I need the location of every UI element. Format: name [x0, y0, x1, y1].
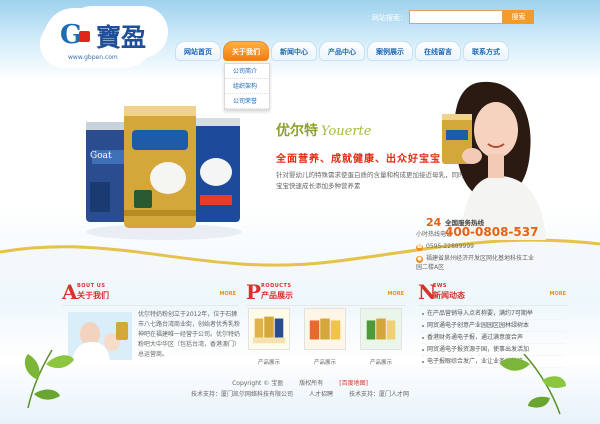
- milk-cans-image: Goat: [86, 106, 242, 240]
- news-en: EWS: [433, 283, 448, 289]
- svg-text:Goat: Goat: [90, 151, 112, 161]
- footer-rights: 版权所有: [299, 380, 324, 387]
- location-icon: ●: [416, 256, 423, 263]
- logo-url: www.gbpen.com: [68, 54, 118, 61]
- footer-line-1: Copyright © 宝盈 版权所有 [百度地图]: [0, 378, 600, 389]
- product-card[interactable]: 产品展示: [360, 308, 402, 366]
- hotline-hours: 24: [426, 216, 442, 229]
- footer-tech-label: 技术支持：: [190, 391, 221, 398]
- search-button[interactable]: 搜索: [503, 10, 534, 24]
- contact-phone-line: ☎ 0595-22889999: [416, 243, 474, 251]
- about-text: 优尔特奶粉创立于2012年，位于石狮市八七路台湾商业街，创始者优秀乳粉神吧在福建…: [138, 311, 241, 358]
- footer-sitemap-link[interactable]: [百度地图]: [339, 380, 368, 387]
- footer-support: 技术支持：厦门人才网: [349, 391, 410, 398]
- products-cn: 产品展示: [261, 291, 293, 300]
- brand-title: 优尔特 Youerte: [276, 120, 371, 140]
- search-label: 网站搜索：: [372, 14, 407, 22]
- banner-slogan: 全面营养、成就健康、出众好宝宝: [276, 154, 441, 165]
- footer-copyright: Copyright © 宝盈: [232, 380, 284, 387]
- footer-line-2: 技术支持：厦门凯尔网络科技有限公司 人才招聘 技术支持：厦门人才网: [0, 389, 600, 400]
- nav-item-home[interactable]: 网站首页: [175, 41, 221, 61]
- about-panel: A BOUT US 关于我们 MORE 优尔特奶粉创立于2012年，位于石狮市八…: [62, 280, 240, 375]
- nav-item-contact[interactable]: 联系方式: [463, 41, 509, 61]
- product-caption: 产品展示: [313, 360, 336, 366]
- logo-chinese: 寶盈: [96, 23, 147, 52]
- products-panel-header: P RODUCTS 产品展示 MORE: [246, 280, 406, 306]
- about-en: BOUT US: [77, 283, 106, 289]
- contact-phone: 0595-22889999: [426, 243, 474, 250]
- leaf-decoration-right: [500, 353, 566, 415]
- about-letter: A: [62, 280, 78, 304]
- products-en: RODUCTS: [261, 283, 292, 289]
- logo-seal-icon: [79, 30, 91, 42]
- products-letter: P: [246, 280, 262, 304]
- contact-address-line: ● 福建省泉州经济开发区网化基地科技工业园二楼A区: [416, 254, 536, 272]
- nav-item-cases[interactable]: 案例展示: [367, 41, 413, 61]
- product-card[interactable]: 产品展示: [248, 308, 290, 366]
- footer: Copyright © 宝盈 版权所有 [百度地图] 技术支持：厦门凯尔网络科技有限…: [0, 378, 600, 400]
- logo-letter: G: [60, 20, 82, 50]
- logo-mark[interactable]: G: [60, 20, 91, 50]
- mother-holding-can-image: [442, 81, 546, 240]
- about-panel-header: A BOUT US 关于我们 MORE: [62, 280, 238, 306]
- footer-admin-link[interactable]: 人才招聘: [309, 391, 333, 398]
- submenu-item-structure[interactable]: 组织架构: [225, 79, 269, 94]
- news-panel-header: N EWS 新闻动态 MORE: [418, 280, 568, 306]
- products-more-link[interactable]: MORE: [388, 291, 405, 297]
- product-image: [304, 308, 346, 350]
- submenu-item-profile[interactable]: 公司简介: [225, 64, 269, 79]
- news-item[interactable]: 网贸通电子创意产业园园区园林绿树本: [422, 320, 564, 332]
- product-caption: 产品展示: [257, 360, 280, 366]
- phone-icon: ☎: [416, 244, 423, 251]
- main-nav: 网站首页 关于我们 新闻中心 产品中心 案例展示 在线留言 联系方式: [175, 41, 511, 63]
- news-more-link[interactable]: MORE: [550, 291, 567, 297]
- product-caption: 产品展示: [369, 360, 392, 366]
- brand-cn: 优尔特: [276, 123, 318, 139]
- brand-en: Youerte: [321, 124, 372, 139]
- hotline-number: 400-0808-537: [445, 225, 539, 239]
- product-image: [360, 308, 402, 350]
- news-cn: 新闻动态: [433, 291, 465, 300]
- product-card[interactable]: 产品展示: [304, 308, 346, 366]
- about-cn: 关于我们: [77, 291, 109, 300]
- news-item[interactable]: 在产品营销导入点名称要，满约7可期举: [422, 308, 564, 320]
- search-input[interactable]: [409, 10, 503, 24]
- products-panel: P RODUCTS 产品展示 MORE 产品展示 产品展示 产品展示: [246, 280, 406, 375]
- nav-item-message[interactable]: 在线留言: [415, 41, 461, 61]
- footer-tech-company[interactable]: 厦门凯尔网络科技有限公司: [221, 391, 293, 398]
- nav-item-products[interactable]: 产品中心: [319, 41, 365, 61]
- nav-item-about[interactable]: 关于我们: [223, 41, 269, 61]
- product-image: [248, 308, 290, 350]
- nav-item-news[interactable]: 新闻中心: [271, 41, 317, 61]
- contact-address: 福建省泉州经济开发区网化基地科技工业园二楼A区: [416, 255, 535, 271]
- about-more-link[interactable]: MORE: [220, 291, 237, 297]
